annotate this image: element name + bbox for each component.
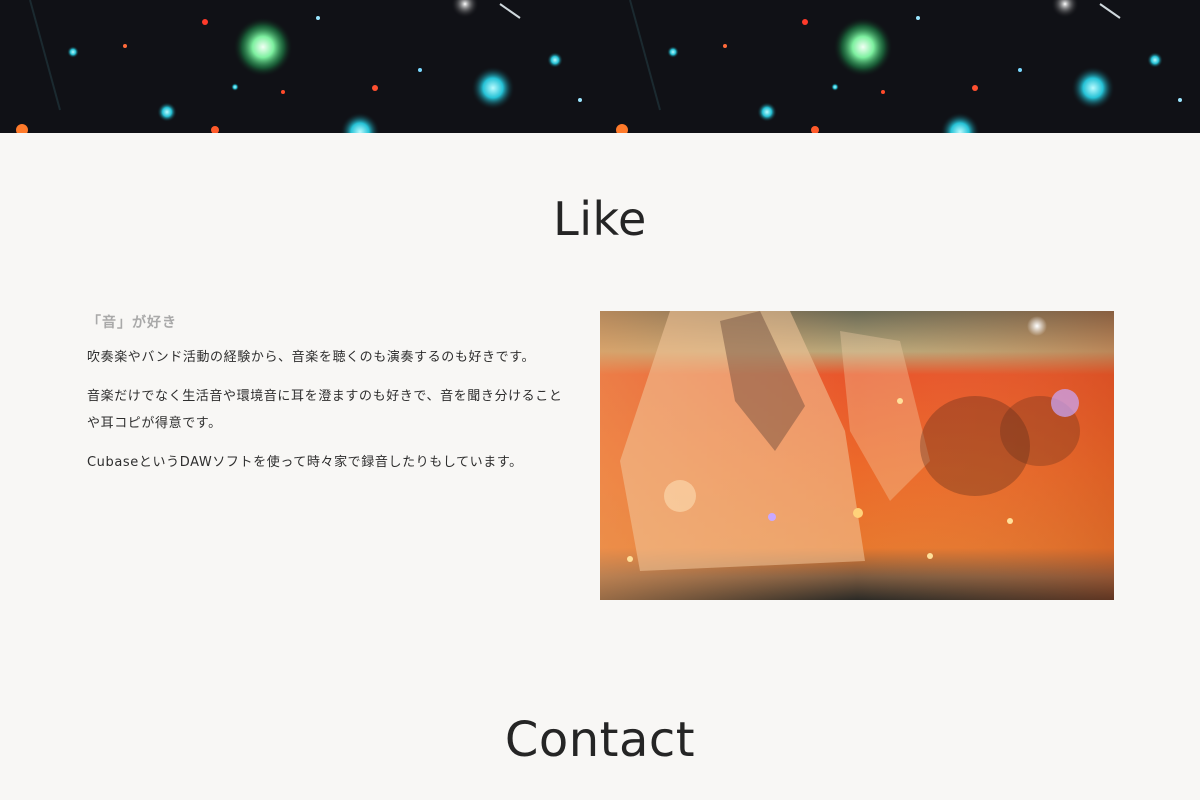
hero-banner-image <box>0 0 1200 133</box>
like-paragraph-1: 吹奏楽やバンド活動の経験から、音楽を聴くのも演奏するのも好きです。 <box>87 350 536 365</box>
like-section-title: Like <box>553 192 647 246</box>
like-description: 「音」が好き 吹奏楽やバンド活動の経験から、音楽を聴くのも演奏するのも好きです。… <box>87 312 567 488</box>
contact-section-title: Contact <box>504 712 696 768</box>
stage-lights-photo <box>0 0 1200 133</box>
like-paragraph-2: 音楽だけでなく生活音や環境音に耳を澄ますのも好きで、音を聞き分けることや耳コピが… <box>87 389 563 431</box>
like-paragraph-3: CubaseというDAWソフトを使って時々家で録音したりもしています。 <box>87 455 523 470</box>
like-subheading: 「音」が好き <box>87 315 177 331</box>
band-performance-photo <box>600 311 1114 600</box>
band-photo-image <box>600 311 1114 600</box>
